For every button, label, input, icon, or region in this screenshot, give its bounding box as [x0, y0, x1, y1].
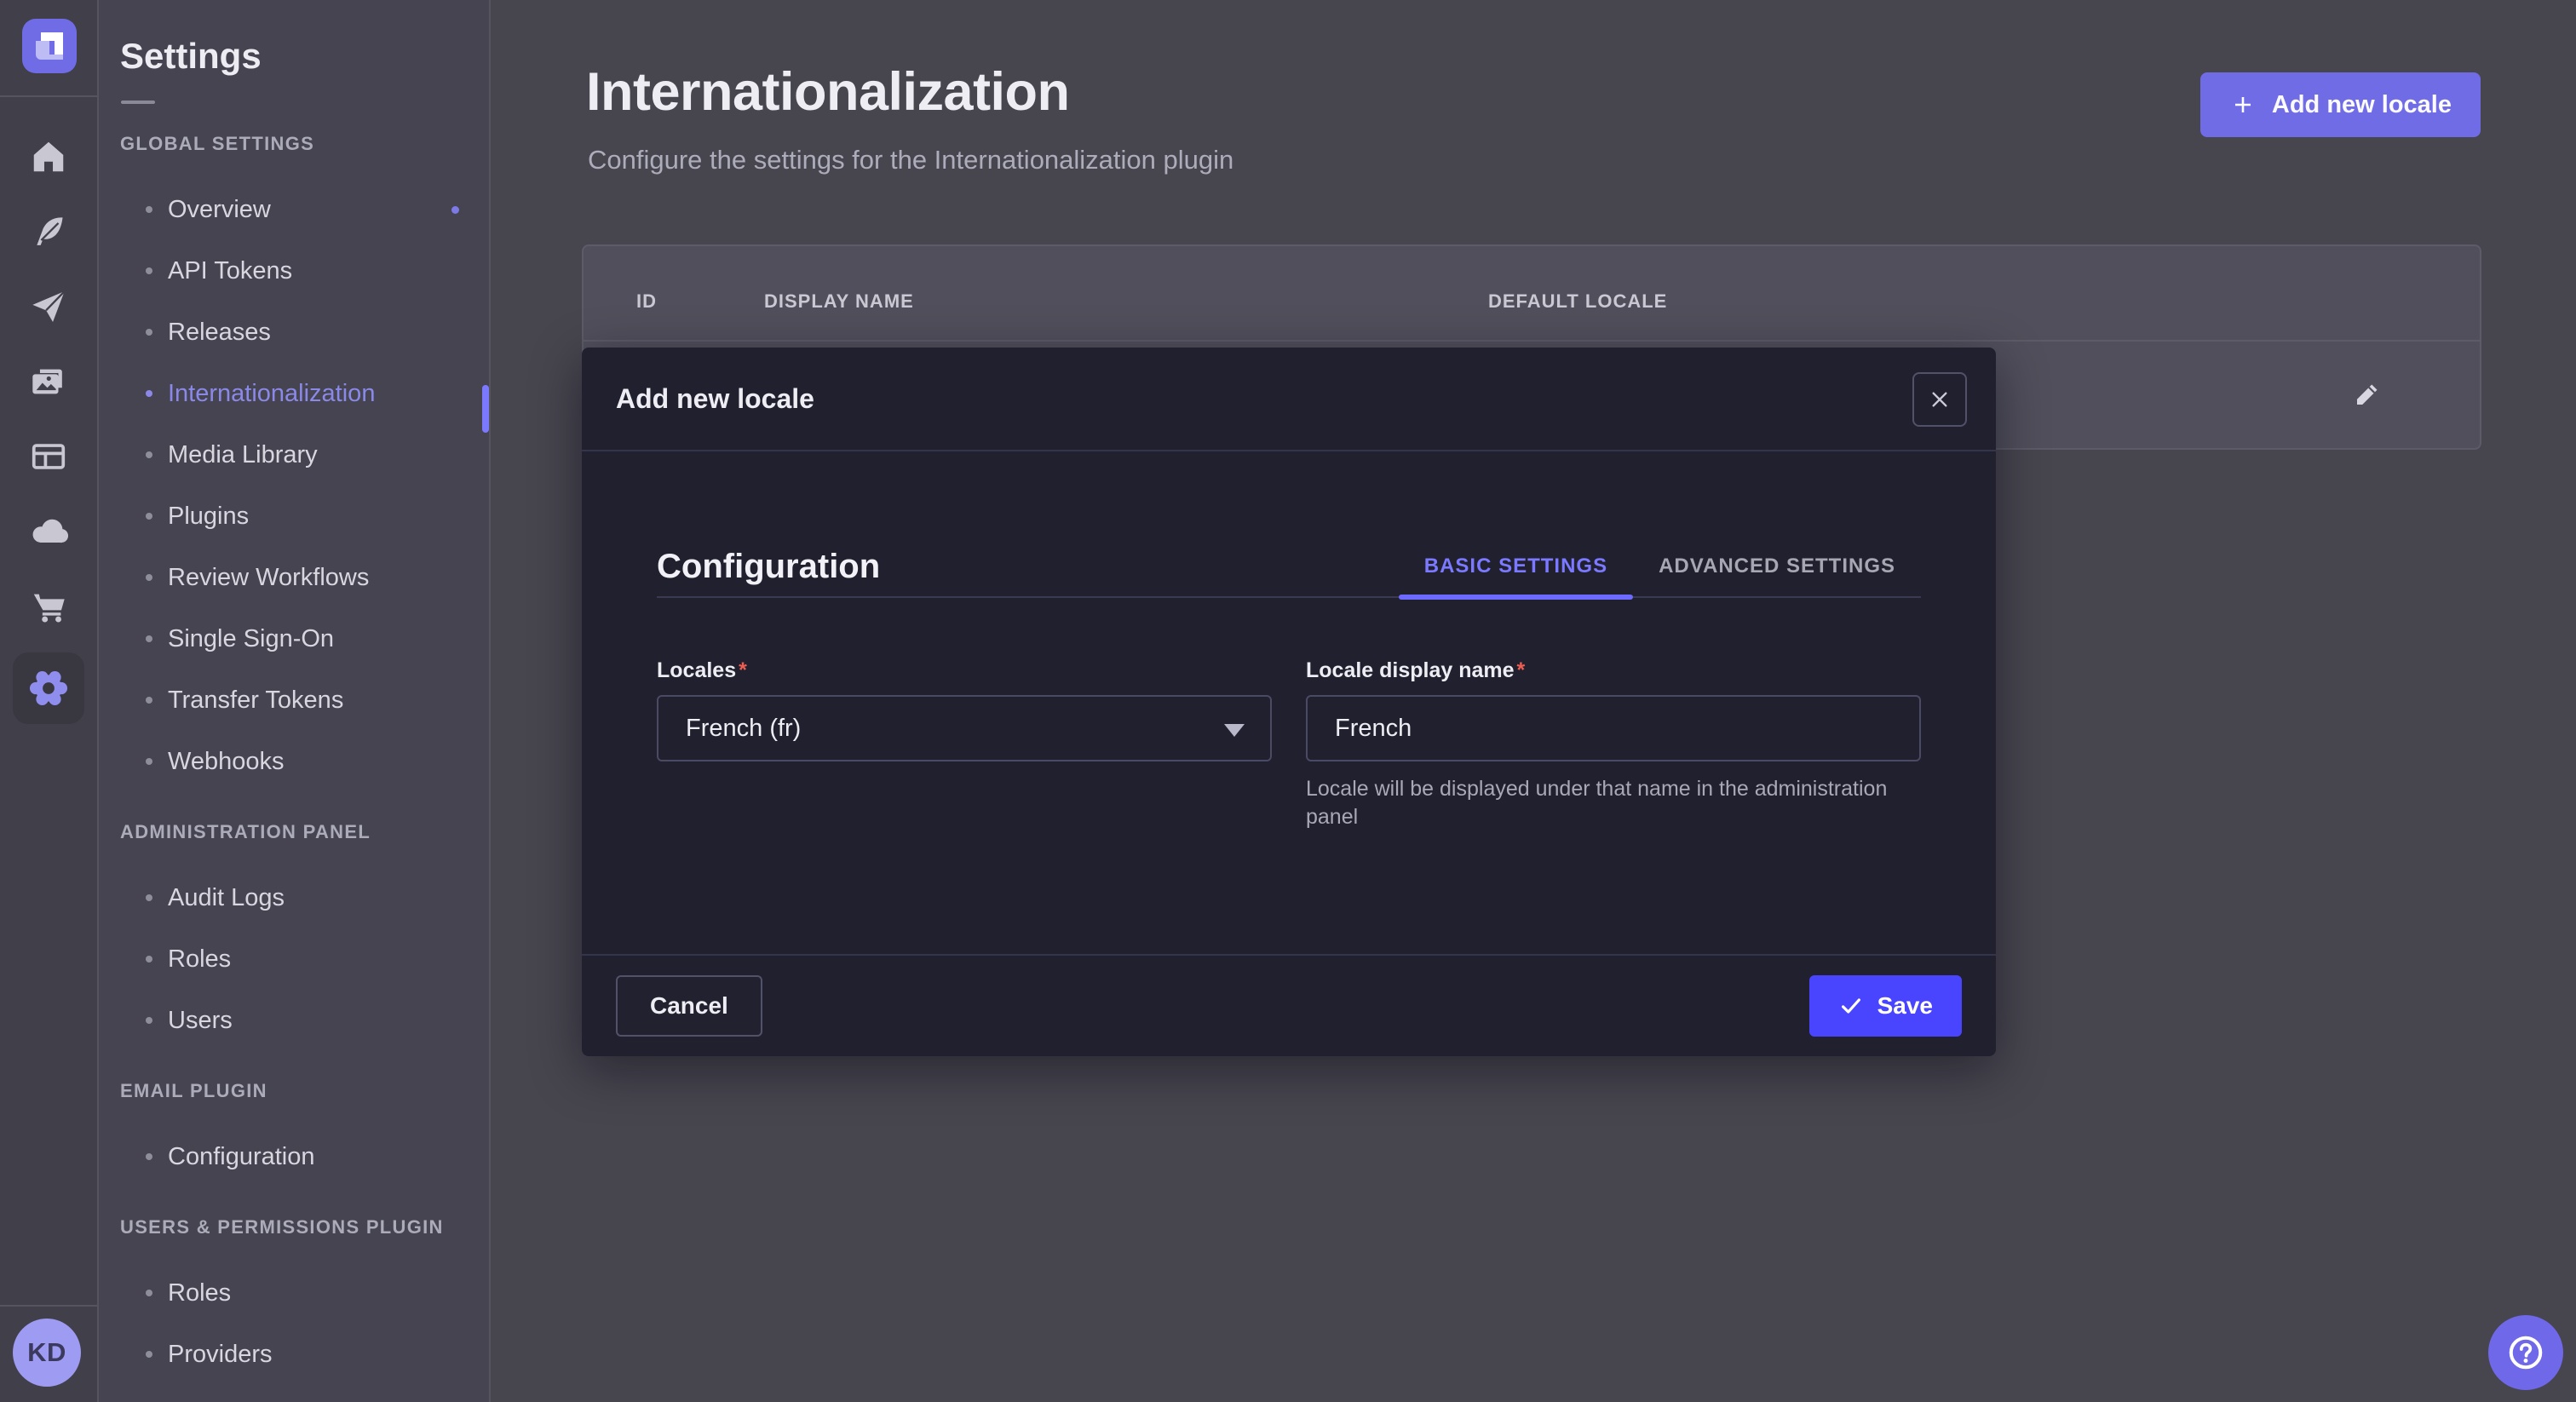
settings-tabs: BASIC SETTINGS ADVANCED SETTINGS	[1399, 537, 1921, 596]
media-library-icon[interactable]	[0, 344, 97, 419]
settings-nav-item[interactable]	[0, 644, 97, 733]
bullet-icon	[146, 206, 152, 213]
tab-basic-settings[interactable]: BASIC SETTINGS	[1399, 537, 1633, 596]
modal-footer: Cancel Save	[582, 954, 1996, 1056]
main-nav-rail: KD	[0, 0, 99, 1402]
column-display-name: DISPLAY NAME	[764, 290, 914, 313]
page-title: Internationalization	[586, 61, 1070, 123]
modal-header: Add new locale	[582, 348, 1996, 451]
sidebar-item-api-tokens[interactable]: API Tokens	[99, 240, 489, 302]
display-name-input[interactable]: French	[1306, 695, 1921, 761]
edit-locale-button[interactable]	[2345, 376, 2386, 417]
home-icon[interactable]	[0, 119, 97, 194]
bullet-icon	[146, 758, 152, 765]
close-icon	[1929, 388, 1951, 411]
sidebar-item-email-configuration[interactable]: Configuration	[99, 1126, 489, 1187]
add-locale-modal: Add new locale Configuration BASIC SETTI…	[582, 348, 1996, 1056]
required-asterisk: *	[739, 658, 747, 682]
help-button[interactable]	[2488, 1315, 2563, 1390]
locales-select-value: French (fr)	[686, 715, 801, 743]
chevron-down-icon	[1224, 724, 1245, 737]
sidebar-item-single-sign-on[interactable]: Single Sign-On	[99, 608, 489, 669]
bullet-icon	[146, 329, 152, 336]
sidebar-item-review-workflows[interactable]: Review Workflows	[99, 547, 489, 608]
required-asterisk: *	[1517, 658, 1526, 682]
sidebar-item-plugins[interactable]: Plugins	[99, 486, 489, 547]
sidebar-item-admin-roles[interactable]: Roles	[99, 928, 489, 990]
check-icon	[1838, 993, 1864, 1019]
configuration-header: Configuration BASIC SETTINGS ADVANCED SE…	[657, 537, 1921, 598]
tab-advanced-settings[interactable]: ADVANCED SETTINGS	[1633, 537, 1921, 596]
bullet-icon	[146, 894, 152, 901]
bullet-icon	[146, 697, 152, 704]
bullet-icon	[146, 390, 152, 397]
sidebar-item-up-roles[interactable]: Roles	[99, 1262, 489, 1324]
page-subtitle: Configure the settings for the Internati…	[588, 145, 1233, 175]
modal-title: Add new locale	[616, 383, 814, 415]
section-email-plugin: EMAIL PLUGIN	[120, 1080, 489, 1102]
rail-divider	[0, 95, 99, 97]
plus-icon	[2229, 91, 2257, 118]
title-underline	[121, 101, 155, 104]
bullet-icon	[146, 635, 152, 642]
sidebar-item-webhooks[interactable]: Webhooks	[99, 731, 489, 792]
save-button[interactable]: Save	[1809, 975, 1962, 1037]
paper-plane-icon[interactable]	[0, 269, 97, 344]
bullet-icon	[146, 267, 152, 274]
sidebar-item-admin-users[interactable]: Users	[99, 990, 489, 1051]
section-global-settings: GLOBAL SETTINGS	[120, 133, 489, 155]
sidebar-item-releases[interactable]: Releases	[99, 302, 489, 363]
sidebar-item-audit-logs[interactable]: Audit Logs	[99, 867, 489, 928]
display-name-value: French	[1335, 715, 1412, 743]
section-administration-panel: ADMINISTRATION PANEL	[120, 821, 489, 843]
notification-dot	[451, 206, 459, 214]
cancel-button[interactable]: Cancel	[616, 975, 762, 1037]
user-avatar[interactable]: KD	[13, 1319, 81, 1387]
display-name-helper-text: Locale will be displayed under that name…	[1306, 775, 1921, 831]
locales-select[interactable]: French (fr)	[657, 695, 1272, 761]
pencil-icon	[2349, 379, 2383, 413]
locales-field: Locales* French (fr)	[657, 658, 1272, 831]
bullet-icon	[146, 1290, 152, 1296]
settings-active-tile	[13, 652, 84, 724]
sidebar-item-media-library[interactable]: Media Library	[99, 424, 489, 486]
sidebar-item-transfer-tokens[interactable]: Transfer Tokens	[99, 669, 489, 731]
content-feather-icon[interactable]	[0, 194, 97, 269]
column-id: ID	[636, 290, 657, 313]
bullet-icon	[146, 1153, 152, 1160]
strapi-logo-icon	[22, 19, 77, 73]
bullet-icon	[146, 956, 152, 962]
sidebar-item-overview[interactable]: Overview	[99, 179, 489, 240]
bullet-icon	[146, 1351, 152, 1358]
layout-panel-icon[interactable]	[0, 419, 97, 494]
marketplace-cart-icon[interactable]	[0, 569, 97, 644]
configuration-title: Configuration	[657, 548, 880, 586]
close-modal-button[interactable]	[1912, 372, 1967, 427]
question-mark-icon	[2506, 1333, 2545, 1372]
locales-label: Locales*	[657, 658, 1272, 683]
locale-form: Locales* French (fr) Locale display name…	[657, 658, 1921, 831]
sidebar-title: Settings	[120, 36, 489, 77]
display-name-label: Locale display name*	[1306, 658, 1921, 683]
rail-divider	[0, 1305, 99, 1307]
settings-sidebar: Settings GLOBAL SETTINGS Overview API To…	[99, 0, 491, 1402]
active-item-indicator	[482, 385, 489, 433]
table-header-row: ID DISPLAY NAME DEFAULT LOCALE	[584, 246, 2480, 342]
display-name-field: Locale display name* French Locale will …	[1306, 658, 1921, 831]
sidebar-item-up-providers[interactable]: Providers	[99, 1324, 489, 1385]
add-new-locale-button[interactable]: Add new locale	[2200, 72, 2481, 137]
gear-icon	[27, 667, 70, 710]
bullet-icon	[146, 513, 152, 520]
strapi-logo[interactable]	[22, 19, 77, 73]
bullet-icon	[146, 1017, 152, 1024]
bullet-icon	[146, 451, 152, 458]
section-users-permissions-plugin: USERS & PERMISSIONS PLUGIN	[120, 1216, 489, 1238]
bullet-icon	[146, 574, 152, 581]
main-content: Internationalization Configure the setti…	[492, 0, 2576, 1402]
cloud-icon[interactable]	[0, 494, 97, 569]
sidebar-item-internationalization[interactable]: Internationalization	[99, 363, 489, 424]
column-default-locale: DEFAULT LOCALE	[1488, 290, 1667, 313]
